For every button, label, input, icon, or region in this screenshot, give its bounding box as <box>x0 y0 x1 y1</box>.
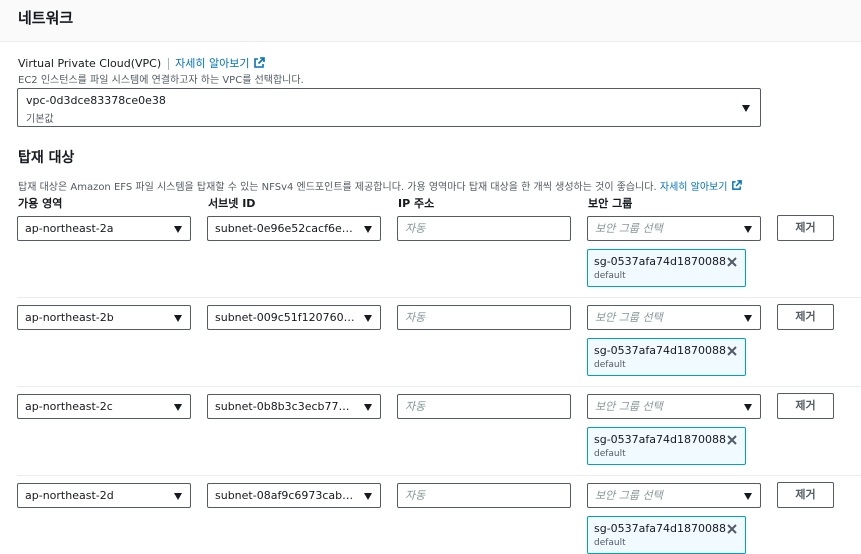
section-title: 네트워크 <box>18 9 74 27</box>
close-icon[interactable] <box>726 434 738 446</box>
caret-down-icon <box>364 226 372 233</box>
external-link-icon[interactable] <box>731 180 743 194</box>
mount-targets-description: 탑재 대상은 Amazon EFS 파일 시스템을 탑재할 수 있는 NFSv4… <box>18 178 743 194</box>
ip-input[interactable]: 자동 <box>397 483 571 508</box>
ip-input[interactable]: 자동 <box>397 216 571 241</box>
sg-token-label: sg-0537afa74d1870088 <box>594 522 726 535</box>
vpc-info-link[interactable]: 자세히 알아보기 <box>175 57 249 70</box>
row-divider <box>17 475 861 476</box>
az-select[interactable]: ap-northeast-2d <box>17 483 191 508</box>
az-select[interactable]: ap-northeast-2a <box>17 216 191 241</box>
vpc-value: vpc-0d3dce83378ce0e38 <box>26 94 166 107</box>
close-icon[interactable] <box>726 523 738 535</box>
mount-targets-title: 탑재 대상 <box>18 150 75 166</box>
vpc-default-tag: 기본값 <box>26 114 54 125</box>
network-panel-header: 네트워크 <box>0 0 861 42</box>
subnet-select[interactable]: subnet-08af9c6973cabd… <box>207 483 381 508</box>
caret-down-icon <box>174 493 182 500</box>
sg-select[interactable]: 보안 그룹 선택 <box>587 305 761 330</box>
caret-down-icon <box>742 105 750 112</box>
caret-down-icon <box>174 226 182 233</box>
sg-token-label: sg-0537afa74d1870088 <box>594 255 726 268</box>
caret-down-icon <box>364 404 372 411</box>
close-icon[interactable] <box>726 345 738 357</box>
sg-token: sg-0537afa74d1870088 default <box>587 338 746 376</box>
remove-button[interactable]: 제거 <box>777 393 834 419</box>
vpc-description: EC2 인스턴스를 파일 시스템에 연결하고자 하는 VPC를 선택합니다. <box>18 75 304 86</box>
row-divider <box>17 386 861 387</box>
col-header-ip: IP 주소 <box>398 197 435 210</box>
col-header-sg: 보안 그룹 <box>588 197 633 210</box>
subnet-select[interactable]: subnet-0b8b3c3ecb77ae… <box>207 394 381 419</box>
az-select[interactable]: ap-northeast-2b <box>17 305 191 330</box>
remove-button[interactable]: 제거 <box>777 215 834 241</box>
sg-token-label: sg-0537afa74d1870088 <box>594 344 726 357</box>
sg-select[interactable]: 보안 그룹 선택 <box>587 216 761 241</box>
sg-token: sg-0537afa74d1870088 default <box>587 516 746 554</box>
subnet-select[interactable]: subnet-0e96e52cacf6ea… <box>207 216 381 241</box>
az-select[interactable]: ap-northeast-2c <box>17 394 191 419</box>
ip-input[interactable]: 자동 <box>397 305 571 330</box>
caret-down-icon <box>174 404 182 411</box>
col-header-subnet: 서브넷 ID <box>208 197 256 210</box>
sg-token-desc: default <box>594 271 626 281</box>
caret-down-icon <box>744 404 752 411</box>
caret-down-icon <box>364 315 372 322</box>
remove-button[interactable]: 제거 <box>777 304 834 330</box>
close-icon[interactable] <box>726 256 738 268</box>
caret-down-icon <box>744 493 752 500</box>
sg-select[interactable]: 보안 그룹 선택 <box>587 394 761 419</box>
caret-down-icon <box>744 226 752 233</box>
mount-info-link[interactable]: 자세히 알아보기 <box>660 182 728 193</box>
sg-token-desc: default <box>594 449 626 459</box>
vpc-select[interactable]: vpc-0d3dce83378ce0e38 기본값 <box>17 88 761 127</box>
col-header-az: 가용 영역 <box>18 197 63 210</box>
row-divider <box>17 297 861 298</box>
sg-token-desc: default <box>594 360 626 370</box>
caret-down-icon <box>364 493 372 500</box>
ip-input[interactable]: 자동 <box>397 394 571 419</box>
sg-token: sg-0537afa74d1870088 default <box>587 249 746 287</box>
info-separator <box>168 58 170 70</box>
sg-select[interactable]: 보안 그룹 선택 <box>587 483 761 508</box>
vpc-label-row: Virtual Private Cloud(VPC) 자세히 알아보기 <box>18 55 266 72</box>
sg-token: sg-0537afa74d1870088 default <box>587 427 746 465</box>
subnet-select[interactable]: subnet-009c51f1207606… <box>207 305 381 330</box>
vpc-label: Virtual Private Cloud(VPC) <box>18 57 162 70</box>
caret-down-icon <box>744 315 752 322</box>
sg-token-desc: default <box>594 538 626 548</box>
caret-down-icon <box>174 315 182 322</box>
sg-token-label: sg-0537afa74d1870088 <box>594 433 726 446</box>
external-link-icon[interactable] <box>253 56 266 72</box>
remove-button[interactable]: 제거 <box>777 482 834 508</box>
